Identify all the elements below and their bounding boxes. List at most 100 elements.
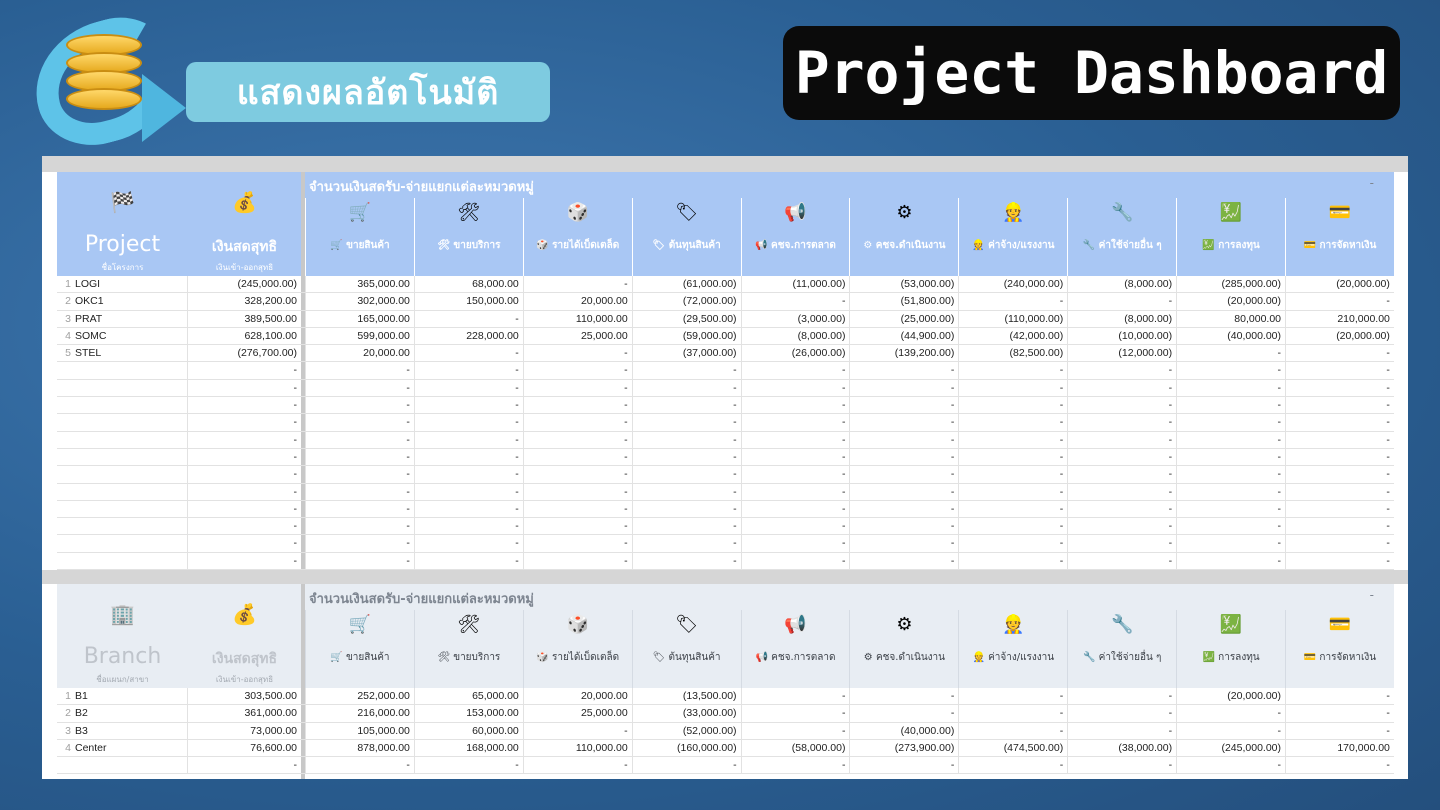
category-header[interactable]: 🏷 🏷 ต้นทุนสินค้า xyxy=(631,198,741,276)
value-cell[interactable]: - xyxy=(631,757,741,774)
table-row[interactable]: ----------- xyxy=(57,518,1394,536)
value-cell[interactable]: - xyxy=(1067,705,1176,722)
value-cell[interactable]: - xyxy=(522,414,632,431)
row-name-cell[interactable] xyxy=(75,500,188,518)
value-cell[interactable]: - xyxy=(413,535,523,552)
row-name-cell[interactable]: SOMC xyxy=(75,327,188,345)
category-header[interactable]: 💹 💹 การลงทุน xyxy=(1176,610,1285,688)
value-cell[interactable]: - xyxy=(740,722,850,739)
value-cell[interactable]: - xyxy=(1285,362,1394,379)
value-cell[interactable]: - xyxy=(740,688,850,705)
value-cell[interactable]: - xyxy=(1176,448,1285,466)
value-cell[interactable]: (40,000.00) xyxy=(849,722,958,739)
table-row[interactable]: ----------- xyxy=(57,535,1394,553)
value-cell[interactable]: 170,000.00 xyxy=(1285,739,1394,757)
value-cell[interactable]: - xyxy=(631,431,741,448)
value-cell[interactable]: - xyxy=(631,466,741,483)
value-cell[interactable]: - xyxy=(1067,362,1176,379)
value-cell[interactable]: - xyxy=(740,757,850,774)
value-cell[interactable]: - xyxy=(631,362,741,379)
value-cell[interactable]: - xyxy=(958,688,1067,705)
table-row[interactable]: 5 STEL (276,700.00) 20,000.00- - (37,000.00)(… xyxy=(57,345,1394,363)
value-cell[interactable]: - xyxy=(305,500,414,518)
value-cell[interactable]: - xyxy=(1176,345,1285,362)
value-cell[interactable]: - xyxy=(740,397,850,414)
table-row[interactable]: ----------- xyxy=(57,466,1394,484)
category-header[interactable]: 🛒 🛒 ขายสินค้า xyxy=(305,610,414,688)
row-name-cell[interactable]: PRAT xyxy=(75,310,188,327)
value-cell[interactable]: (59,000.00) xyxy=(631,327,741,345)
value-cell[interactable]: - xyxy=(849,535,958,552)
value-cell[interactable]: (245,000.00) xyxy=(1176,739,1285,757)
category-header[interactable]: 💳 💳 การจัดหาเงิน xyxy=(1285,610,1394,688)
value-cell[interactable]: 20,000.00 xyxy=(522,293,632,310)
category-header[interactable]: 🔧 🔧 ค่าใช้จ่ายอื่น ๆ xyxy=(1067,610,1176,688)
value-cell[interactable]: - xyxy=(522,722,632,739)
value-cell[interactable]: - xyxy=(958,552,1067,570)
value-cell[interactable]: - xyxy=(413,397,523,414)
value-cell[interactable]: - xyxy=(522,500,632,518)
value-cell[interactable]: (110,000.00) xyxy=(958,310,1067,327)
value-cell[interactable]: - xyxy=(522,448,632,466)
value-cell[interactable]: 302,000.00 xyxy=(305,293,414,310)
row-name-cell[interactable]: LOGI xyxy=(75,276,188,293)
value-cell[interactable]: - xyxy=(522,379,632,397)
value-cell[interactable]: - xyxy=(305,483,414,500)
value-cell[interactable]: - xyxy=(1067,688,1176,705)
value-cell[interactable]: - xyxy=(522,362,632,379)
row-name-cell[interactable] xyxy=(75,431,188,448)
value-cell[interactable]: (285,000.00) xyxy=(1176,276,1285,293)
value-cell[interactable]: - xyxy=(958,705,1067,722)
value-cell[interactable]: - xyxy=(305,431,414,448)
value-cell[interactable]: (11,000.00) xyxy=(740,276,850,293)
value-cell[interactable]: - xyxy=(305,535,414,552)
net-cash-cell[interactable]: - xyxy=(188,484,301,500)
value-cell[interactable]: (12,000.00) xyxy=(1067,345,1176,362)
value-cell[interactable]: - xyxy=(740,293,850,310)
value-cell[interactable]: (139,200.00) xyxy=(849,345,958,362)
value-cell[interactable]: - xyxy=(1067,293,1176,310)
value-cell[interactable]: - xyxy=(1285,722,1394,739)
net-cash-cell[interactable]: 361,000.00 xyxy=(188,705,301,721)
net-cash-cell[interactable]: 628,100.00 xyxy=(188,328,301,344)
net-cash-cell[interactable]: - xyxy=(188,414,301,430)
value-cell[interactable]: - xyxy=(413,414,523,431)
value-cell[interactable]: - xyxy=(740,362,850,379)
value-cell[interactable]: - xyxy=(958,379,1067,397)
value-cell[interactable]: 105,000.00 xyxy=(305,722,414,739)
value-cell[interactable]: - xyxy=(413,362,523,379)
value-cell[interactable]: - xyxy=(522,466,632,483)
value-cell[interactable]: - xyxy=(305,466,414,483)
value-cell[interactable]: - xyxy=(849,483,958,500)
value-cell[interactable]: 20,000.00 xyxy=(522,688,632,705)
value-cell[interactable]: 153,000.00 xyxy=(413,705,523,722)
value-cell[interactable]: - xyxy=(740,705,850,722)
value-cell[interactable]: - xyxy=(849,448,958,466)
table-row[interactable]: ----------- xyxy=(57,552,1394,571)
value-cell[interactable]: 150,000.00 xyxy=(413,293,523,310)
row-name-cell[interactable] xyxy=(75,518,188,535)
value-cell[interactable]: - xyxy=(958,293,1067,310)
value-cell[interactable]: - xyxy=(1067,535,1176,552)
value-cell[interactable]: - xyxy=(1285,518,1394,535)
value-cell[interactable]: - xyxy=(849,500,958,518)
value-cell[interactable]: - xyxy=(849,466,958,483)
net-cash-cell[interactable]: - xyxy=(188,553,301,569)
table-row[interactable]: 2 B2 361,000.00 216,000.00 153,000.00 25,000.… xyxy=(57,705,1394,723)
value-cell[interactable]: - xyxy=(631,535,741,552)
category-header[interactable]: 🎲 🎲 รายได้เบ็ดเตล็ด xyxy=(522,198,632,276)
net-cash-cell[interactable]: - xyxy=(188,380,301,396)
net-cash-cell[interactable]: - xyxy=(188,362,301,378)
value-cell[interactable]: 65,000.00 xyxy=(413,688,523,705)
value-cell[interactable]: - xyxy=(631,414,741,431)
value-cell[interactable]: - xyxy=(958,414,1067,431)
category-header[interactable]: ⚙ ⚙ คชจ.ดำเนินงาน xyxy=(849,610,958,688)
value-cell[interactable]: - xyxy=(958,483,1067,500)
value-cell[interactable]: - xyxy=(1285,448,1394,466)
value-cell[interactable]: - xyxy=(305,414,414,431)
value-cell[interactable]: - xyxy=(740,518,850,535)
value-cell[interactable]: - xyxy=(958,518,1067,535)
value-cell[interactable]: (20,000.00) xyxy=(1285,276,1394,293)
row-name-cell[interactable] xyxy=(75,466,188,483)
value-cell[interactable]: (51,800.00) xyxy=(849,293,958,310)
